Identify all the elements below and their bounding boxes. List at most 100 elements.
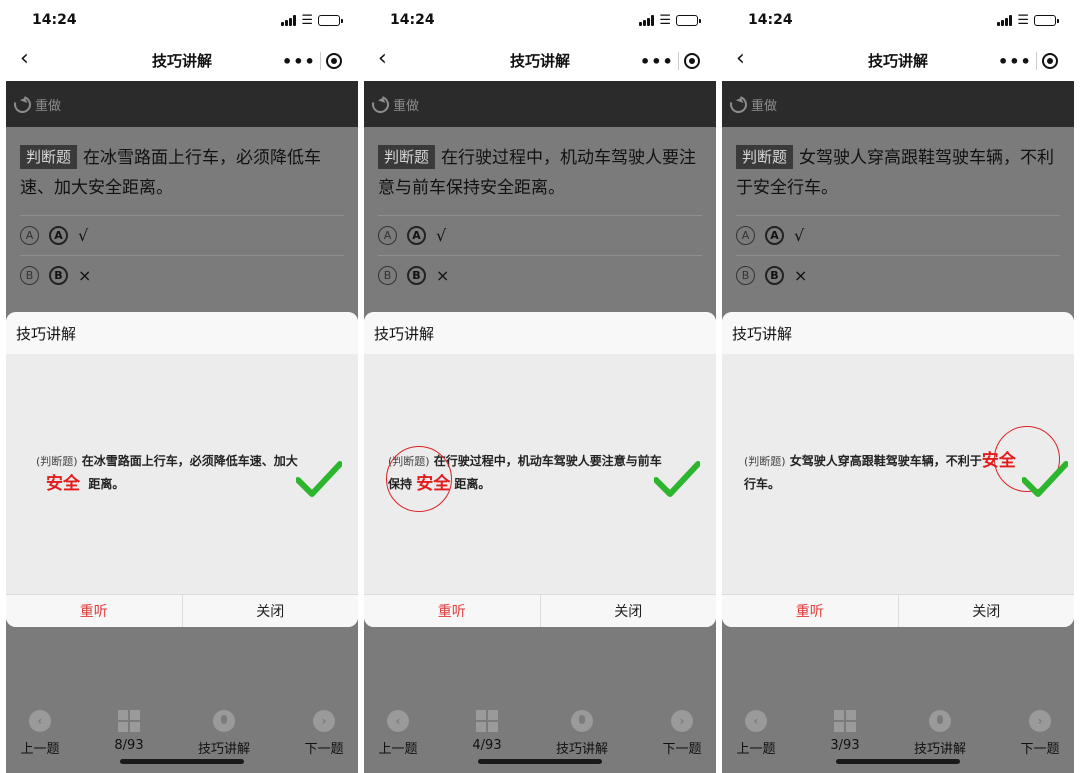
option-a-text: √ (794, 226, 805, 245)
status-time: 14:24 (390, 12, 435, 28)
progress-counter: 3/93 (830, 738, 860, 753)
next-icon: › (313, 710, 335, 732)
progress-counter: 4/93 (472, 738, 502, 753)
back-chevron-icon[interactable]: ‹ (378, 48, 387, 70)
mini-program-capsule: ••• (628, 47, 706, 75)
toolbar: 重做 (364, 81, 716, 127)
mini-program-capsule: ••• (270, 47, 348, 75)
tips-modal: 技巧讲解 (判断题) 在行驶过程中，机动车驾驶人要注意与前车 保持 安全 距离。… (364, 312, 716, 627)
close-button[interactable]: 关闭 (183, 595, 359, 627)
battery-icon (318, 14, 343, 26)
toolbar: 重做 (6, 81, 358, 127)
next-question-button[interactable]: › 下一题 (1000, 710, 1074, 757)
option-b-letter: B (407, 266, 426, 285)
close-button[interactable]: 关闭 (899, 595, 1075, 627)
option-a-radio[interactable]: A (736, 226, 755, 245)
question-type-tag: 判断题 (736, 145, 794, 169)
redo-button[interactable]: 重做 (751, 95, 777, 114)
option-b-radio[interactable]: B (378, 266, 397, 285)
option-a-radio[interactable]: A (20, 226, 39, 245)
modal-footer: 重听 关闭 (6, 594, 358, 627)
prev-icon: ‹ (745, 710, 767, 732)
option-a[interactable]: A A √ (736, 215, 1060, 255)
question-type-tag: 判断题 (20, 145, 78, 169)
question-grid-button[interactable]: 4/93 (447, 710, 527, 753)
tips-button[interactable]: 技巧讲解 (542, 710, 622, 757)
back-chevron-icon[interactable]: ‹ (20, 48, 29, 70)
option-b-radio[interactable]: B (736, 266, 755, 285)
battery-icon (676, 14, 701, 26)
grid-icon (834, 710, 856, 732)
answer-word: 安全 (46, 474, 80, 494)
explanation-tag: (判断题) (744, 455, 786, 468)
question-grid-button[interactable]: 3/93 (805, 710, 885, 753)
modal-title: 技巧讲解 (722, 312, 1074, 354)
replay-button[interactable]: 重听 (6, 595, 183, 627)
replay-button[interactable]: 重听 (364, 595, 541, 627)
status-time: 14:24 (748, 12, 793, 28)
next-question-button[interactable]: › 下一题 (284, 710, 358, 757)
back-chevron-icon[interactable]: ‹ (736, 48, 745, 70)
prev-question-button[interactable]: ‹ 上一题 (722, 710, 796, 757)
question: 判断题 在行驶过程中，机动车驾驶人要注意与前车保持安全距离。 (364, 127, 716, 203)
more-icon[interactable]: ••• (640, 52, 674, 71)
status-time: 14:24 (32, 12, 77, 28)
modal-title: 技巧讲解 (6, 312, 358, 354)
explanation-area: (判断题) 在冰雪路面上行车，必须降低车速、加大 安全 距离。 (6, 354, 358, 594)
option-b-radio[interactable]: B (20, 266, 39, 285)
status-bar: 14:24 ☰ (364, 0, 716, 40)
check-icon (654, 461, 700, 497)
tips-button[interactable]: 技巧讲解 (900, 710, 980, 757)
option-b-text: × (794, 266, 808, 285)
redo-button[interactable]: 重做 (393, 95, 419, 114)
target-icon[interactable] (684, 53, 700, 69)
option-a-letter: A (765, 226, 784, 245)
bottom-bar: ‹ 上一题 4/93 技巧讲解 › 下一题 (364, 700, 716, 773)
phone-screen-2: 14:24 ☰ ‹ 技巧讲解 ••• 重做 判断题 在行驶过程中，机动车驾驶人要注… (364, 0, 716, 773)
redo-icon[interactable] (10, 92, 35, 116)
next-icon: › (671, 710, 693, 732)
option-a[interactable]: A A √ (20, 215, 344, 255)
question: 判断题 在冰雪路面上行车，必须降低车速、加大安全距离。 (6, 127, 358, 203)
home-indicator (478, 759, 602, 764)
mic-icon (929, 710, 951, 732)
tips-button[interactable]: 技巧讲解 (184, 710, 264, 757)
check-icon (1022, 461, 1068, 497)
option-b-letter: B (49, 266, 68, 285)
nav-title: 技巧讲解 (509, 52, 570, 70)
option-a-letter: A (407, 226, 426, 245)
option-b[interactable]: B B × (20, 255, 344, 295)
option-a[interactable]: A A √ (378, 215, 702, 255)
redo-button[interactable]: 重做 (35, 95, 61, 114)
close-button[interactable]: 关闭 (541, 595, 717, 627)
next-question-button[interactable]: › 下一题 (642, 710, 716, 757)
option-b[interactable]: B B × (736, 255, 1060, 295)
target-icon[interactable] (326, 53, 342, 69)
option-a-radio[interactable]: A (378, 226, 397, 245)
home-indicator (836, 759, 960, 764)
prev-question-button[interactable]: ‹ 上一题 (364, 710, 438, 757)
redo-icon[interactable] (726, 92, 751, 116)
explanation-area: (判断题) 女驾驶人穿高跟鞋驾驶车辆，不利于安全 行车。 (722, 354, 1074, 594)
home-indicator (120, 759, 244, 764)
option-b[interactable]: B B × (378, 255, 702, 295)
signal-icon (639, 14, 655, 26)
prev-question-button[interactable]: ‹ 上一题 (6, 710, 80, 757)
explanation-area: (判断题) 在行驶过程中，机动车驾驶人要注意与前车 保持 安全 距离。 (364, 354, 716, 594)
prev-icon: ‹ (29, 710, 51, 732)
redo-icon[interactable] (368, 92, 393, 116)
phone-screen-1: 14:24 ☰ ‹ 技巧讲解 ••• 重做 判断题 在冰雪路面上行车，必须降低车速… (6, 0, 358, 773)
option-b-letter: B (765, 266, 784, 285)
tips-modal: 技巧讲解 (判断题) 在冰雪路面上行车，必须降低车速、加大 安全 距离。 重听 … (6, 312, 358, 627)
signal-icon (997, 14, 1013, 26)
replay-button[interactable]: 重听 (722, 595, 899, 627)
more-icon[interactable]: ••• (998, 52, 1032, 71)
more-icon[interactable]: ••• (282, 52, 316, 71)
question-grid-button[interactable]: 8/93 (89, 710, 169, 753)
prev-icon: ‹ (387, 710, 409, 732)
question-type-tag: 判断题 (378, 145, 436, 169)
target-icon[interactable] (1042, 53, 1058, 69)
mini-program-capsule: ••• (986, 47, 1064, 75)
modal-footer: 重听 关闭 (364, 594, 716, 627)
nav-title: 技巧讲解 (151, 52, 212, 70)
